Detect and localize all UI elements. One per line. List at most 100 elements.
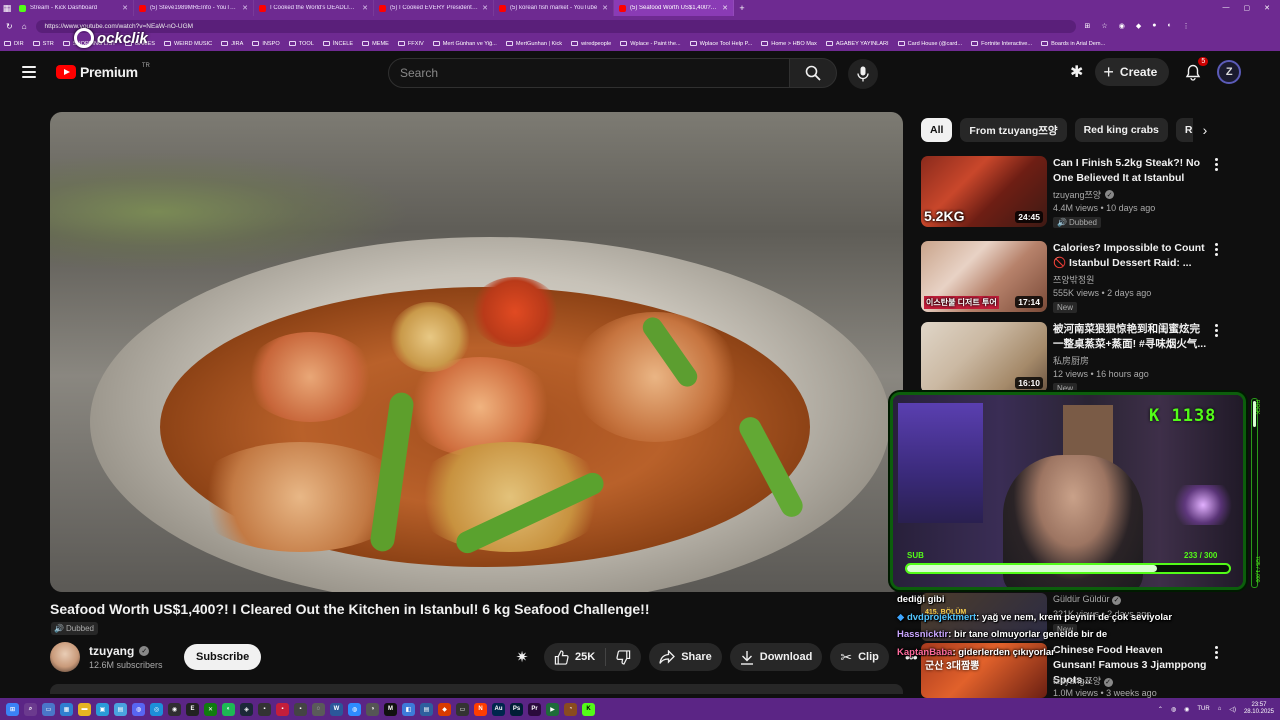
app-icon[interactable]: ◧ bbox=[402, 702, 415, 716]
share-button[interactable]: Share bbox=[649, 643, 722, 671]
download-button[interactable]: Download bbox=[729, 643, 823, 671]
app-icon[interactable]: ▤ bbox=[420, 702, 433, 716]
app-icon[interactable]: W bbox=[330, 702, 343, 716]
tab-close-icon[interactable]: ✕ bbox=[122, 4, 128, 12]
obs-icon[interactable]: ◉ bbox=[168, 702, 181, 716]
extension-puzzle-icon[interactable]: ✱ bbox=[1070, 62, 1083, 82]
close-icon[interactable]: ✕ bbox=[1264, 4, 1270, 12]
search-input[interactable]: Search bbox=[388, 58, 790, 88]
reload-icon[interactable]: ↻ bbox=[6, 22, 13, 31]
clip-button[interactable]: ✂ Clip bbox=[830, 643, 889, 671]
recommendation-channel[interactable]: 私房厨房 bbox=[1053, 354, 1089, 367]
app-icon[interactable]: ▶ bbox=[546, 702, 559, 716]
bookmark-item[interactable]: MEME bbox=[362, 41, 389, 47]
extension-icon[interactable]: ◉ bbox=[1119, 22, 1125, 30]
recommendation-channel[interactable]: tzuyang쯔양 ✓ bbox=[1053, 188, 1115, 201]
filter-chip[interactable]: Red king crabs bbox=[1074, 118, 1168, 142]
browser-tab[interactable]: (5) korean fish market - YouTube ✕ bbox=[494, 0, 614, 16]
dislike-button[interactable] bbox=[606, 649, 641, 665]
browser-tab[interactable]: Stream - Kick Dashboard ✕ bbox=[14, 0, 134, 16]
premiere-icon[interactable]: Pr bbox=[528, 702, 541, 716]
volume-icon[interactable]: ◁) bbox=[1229, 706, 1236, 713]
bookmark-item[interactable]: FFXIV bbox=[397, 41, 424, 47]
kick-icon[interactable]: K bbox=[582, 702, 595, 716]
bookmark-item[interactable]: STR bbox=[32, 41, 54, 47]
tab-close-icon[interactable]: ✕ bbox=[482, 4, 488, 12]
video-thumbnail[interactable]: 16:10 bbox=[921, 322, 1047, 393]
description-box[interactable] bbox=[50, 684, 903, 694]
task-view-icon[interactable]: ▭ bbox=[42, 702, 55, 716]
url-field[interactable]: https://www.youtube.com/watch?v=NEaW-nO-… bbox=[35, 19, 1076, 33]
recommendation-channel[interactable]: tzuyang쯔양 ✓ bbox=[1053, 674, 1113, 687]
video-thumbnail[interactable]: 5.2KG 24:45 bbox=[921, 156, 1047, 227]
bookmark-item[interactable]: JIRA bbox=[221, 41, 243, 47]
app-icon[interactable]: ◔ bbox=[564, 702, 577, 716]
bookmark-item[interactable]: INSPO bbox=[252, 41, 280, 47]
recommendation-title[interactable]: Calories? Impossible to Count 🚫 Istanbul… bbox=[1053, 241, 1208, 271]
recommendation-channel[interactable]: Güldür Güldür ✓ bbox=[1053, 594, 1122, 605]
video-thumbnail[interactable]: 이스탄불 디저트 투어 17:14 bbox=[921, 241, 1047, 312]
filter-chip[interactable]: All bbox=[921, 118, 953, 142]
discord-icon[interactable]: ◍ bbox=[132, 702, 145, 716]
search-button[interactable] bbox=[789, 58, 837, 88]
clock[interactable]: 23:57 28.10.2025 bbox=[1244, 702, 1274, 716]
recommendation-title[interactable]: Can I Finish 5.2kg Steak?! No One Believ… bbox=[1053, 156, 1208, 186]
extension-icon[interactable]: ◆ bbox=[1136, 22, 1141, 30]
bookmark-item[interactable]: wiredpeople bbox=[571, 41, 611, 47]
photos-icon[interactable]: ▣ bbox=[96, 702, 109, 716]
bookmark-item[interactable]: DIR bbox=[4, 41, 24, 47]
more-options-icon[interactable] bbox=[1213, 324, 1219, 337]
bookmark-item[interactable]: AGABEY YAYINLARI bbox=[825, 41, 889, 47]
minimize-icon[interactable]: — bbox=[1223, 4, 1230, 12]
app-icon[interactable]: ▪ bbox=[258, 702, 271, 716]
bookmark-item[interactable]: Wplace - Paint the... bbox=[620, 41, 681, 47]
bookmark-item[interactable]: Card House (@card... bbox=[897, 41, 962, 47]
recommendation-item[interactable]: 5.2KG 24:45 Can I Finish 5.2kg Steak?! N… bbox=[921, 156, 1261, 231]
notepad-icon[interactable]: ▤ bbox=[114, 702, 127, 716]
start-icon[interactable]: ⊞ bbox=[6, 702, 19, 716]
channel-name[interactable]: tzuyang ✓ bbox=[89, 644, 150, 658]
bookmark-item[interactable]: Mert Günhan ve Yiğ... bbox=[432, 41, 497, 47]
subscribe-button[interactable]: Subscribe bbox=[184, 644, 262, 670]
recommendation-item[interactable]: 16:10 被河南菜狠狠惊艳到和闺蜜炫完一整桌蒸菜+蒸面! #寻味烟火气... … bbox=[921, 322, 1261, 397]
filter-chip[interactable]: From tzuyang쯔양 bbox=[960, 118, 1067, 142]
create-button[interactable]: + Create bbox=[1095, 58, 1170, 86]
bookmark-item[interactable]: Fortnite Interactive... bbox=[971, 41, 1032, 47]
edge-icon[interactable]: ◎ bbox=[150, 702, 163, 716]
profile-icon[interactable]: ◐ bbox=[1167, 22, 1171, 30]
channel-avatar[interactable] bbox=[50, 642, 80, 672]
app-icon[interactable]: M bbox=[384, 702, 397, 716]
recommendation-title[interactable]: 被河南菜狠狠惊艳到和闺蜜炫完一整桌蒸菜+蒸面! #寻味烟火气... bbox=[1053, 322, 1208, 352]
more-options-icon[interactable] bbox=[1213, 243, 1219, 256]
new-tab-button[interactable]: + bbox=[734, 3, 750, 13]
bookmark-item[interactable]: İNCELE bbox=[322, 41, 353, 47]
recommendation-channel[interactable]: 쯔양밖정원 bbox=[1053, 273, 1094, 286]
tab-close-icon[interactable]: ✕ bbox=[602, 4, 608, 12]
app-icon[interactable]: N bbox=[474, 702, 487, 716]
epic-icon[interactable]: E bbox=[186, 702, 199, 716]
file-explorer-icon[interactable]: ▬ bbox=[78, 702, 91, 716]
more-options-icon[interactable] bbox=[1213, 158, 1219, 171]
browser-tab[interactable]: (5) I Cooked EVERY President's F ✕ bbox=[374, 0, 494, 16]
menu-dots-icon[interactable]: ⋮ bbox=[1183, 22, 1190, 30]
windows-menu-icon[interactable]: ▦ bbox=[0, 0, 14, 16]
bookmark-star-icon[interactable]: ☆ bbox=[1101, 22, 1107, 30]
spotify-icon[interactable]: ◐ bbox=[222, 702, 235, 716]
xbox-icon[interactable]: ✕ bbox=[204, 702, 217, 716]
tray-app-icon[interactable]: ◍ bbox=[1171, 706, 1176, 713]
app-icon[interactable]: ◑ bbox=[366, 702, 379, 716]
tray-app-icon[interactable]: ◉ bbox=[1184, 706, 1189, 713]
photoshop-icon[interactable]: Ps bbox=[510, 702, 523, 716]
maximize-icon[interactable]: ▢ bbox=[1244, 4, 1251, 12]
bookmark-item[interactable]: Wplace Tool Help P... bbox=[689, 41, 752, 47]
audition-icon[interactable]: Au bbox=[492, 702, 505, 716]
home-icon[interactable]: ⌂ bbox=[22, 22, 27, 31]
recommendation-item[interactable]: 이스탄불 디저트 투어 17:14 Calories? Impossible t… bbox=[921, 241, 1261, 316]
app-icon[interactable]: ▪ bbox=[294, 702, 307, 716]
tab-search-icon[interactable]: ⊞ bbox=[1085, 22, 1091, 30]
browser-tab[interactable]: (5) Seafood Worth US$1,400?! I C ✕ bbox=[614, 0, 734, 16]
language-indicator[interactable]: TUR bbox=[1197, 706, 1209, 712]
ai-summary-button[interactable]: ✷ bbox=[508, 643, 536, 671]
network-icon[interactable]: ⌂ bbox=[1218, 706, 1222, 712]
notifications-button[interactable]: 5 bbox=[1181, 57, 1209, 84]
